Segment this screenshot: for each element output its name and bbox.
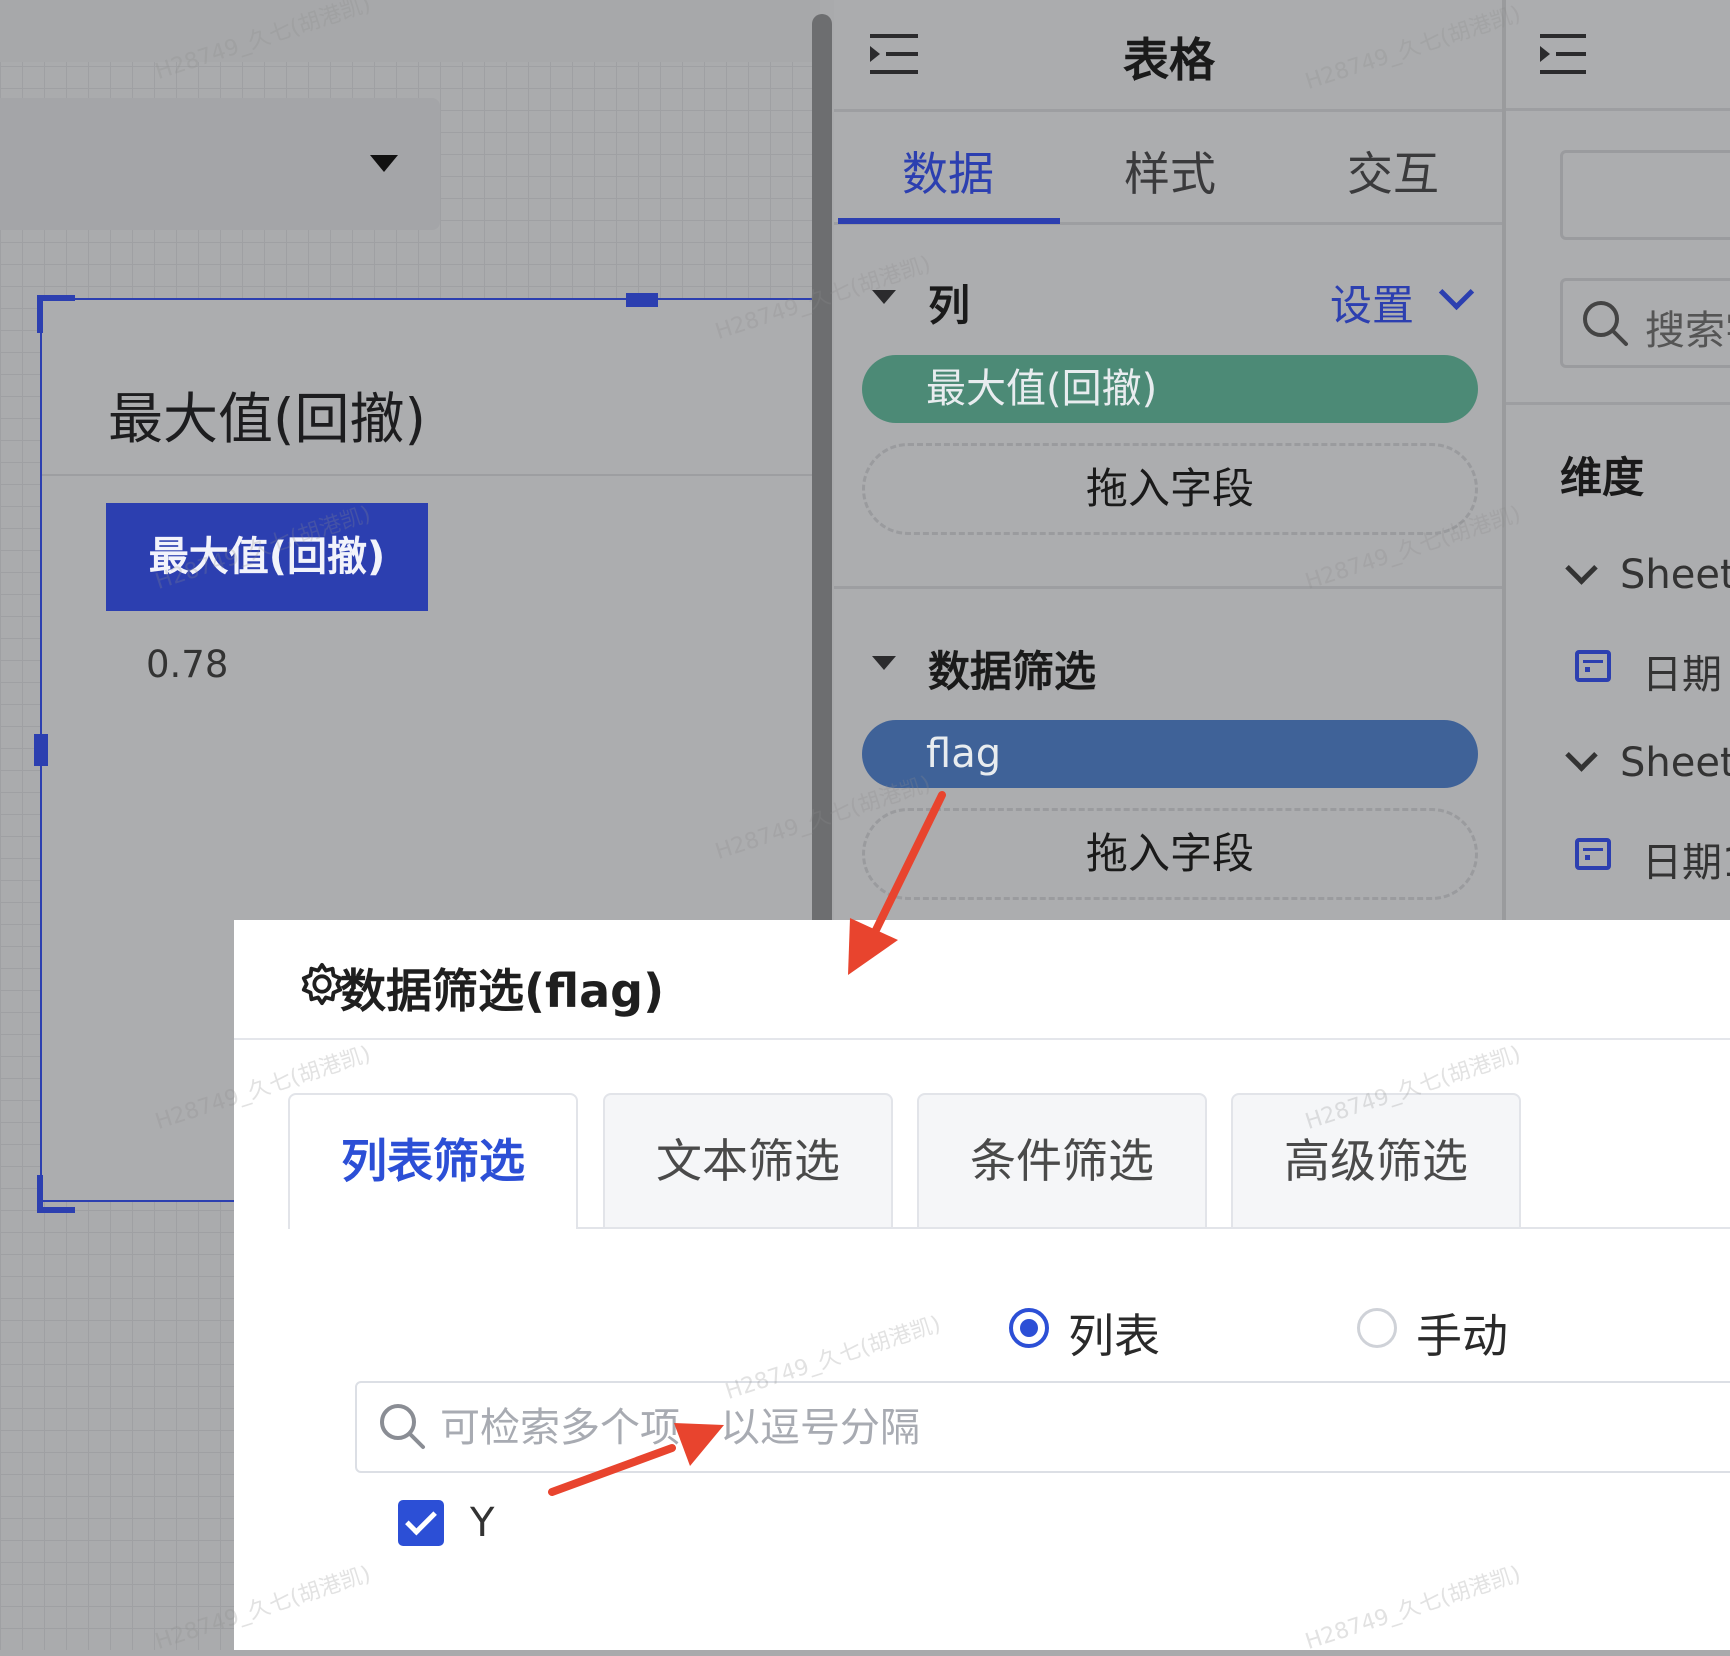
- field-panel-menu-icon[interactable]: [1540, 34, 1588, 74]
- search-icon: [380, 1404, 425, 1449]
- modal-title: 数据筛选(flag): [340, 964, 665, 1018]
- column-field-pill[interactable]: 最大值(回撤): [862, 355, 1478, 423]
- columns-settings-link[interactable]: 设置: [1330, 272, 1414, 333]
- selection-corner-top-left: [37, 295, 75, 333]
- field-item-date1[interactable]: 日期1: [1642, 830, 1730, 888]
- radio-manual-mode[interactable]: [1357, 1308, 1397, 1348]
- filter-modal: [234, 920, 1730, 1650]
- widget-divider: [42, 474, 820, 476]
- field-panel-header-border: [1506, 108, 1730, 111]
- sheet-group-label[interactable]: Sheet3: [1620, 740, 1730, 786]
- filter-dropzone[interactable]: 拖入字段: [862, 808, 1478, 900]
- dataset-select[interactable]: [1560, 150, 1730, 240]
- sheet-group-label[interactable]: Sheet3: [1620, 552, 1730, 598]
- tab-style[interactable]: 样式: [1060, 138, 1280, 204]
- radio-manual-label[interactable]: 手动: [1416, 1300, 1508, 1366]
- tab-text-filter[interactable]: 文本筛选: [603, 1093, 893, 1229]
- dimension-title: 维度: [1560, 453, 1645, 502]
- calendar-icon: [1575, 650, 1611, 682]
- tab-condition-filter[interactable]: 条件筛选: [917, 1093, 1207, 1229]
- gear-icon: [301, 962, 343, 1006]
- canvas-top-strip: [0, 0, 820, 62]
- field-item-date[interactable]: 日期: [1642, 642, 1722, 700]
- field-search-placeholder: 搜索字: [1645, 308, 1730, 354]
- field-search-border: [1506, 402, 1730, 405]
- filter-section-title: 数据筛选: [928, 647, 1097, 696]
- widget-title: 最大值(回撤): [108, 387, 426, 451]
- tab-data[interactable]: 数据: [838, 138, 1058, 204]
- selection-corner-bottom-left: [37, 1175, 75, 1213]
- radio-list-mode[interactable]: [1009, 1308, 1049, 1348]
- search-icon: [1583, 301, 1628, 346]
- resize-handle-top[interactable]: [626, 293, 658, 307]
- calendar-icon: [1575, 838, 1611, 870]
- value-checkbox[interactable]: [398, 1500, 444, 1546]
- section-divider: [834, 586, 1504, 589]
- tab-interaction[interactable]: 交互: [1283, 138, 1503, 204]
- tab-list-filter[interactable]: 列表筛选: [288, 1093, 578, 1229]
- canvas-scrollbar[interactable]: [812, 14, 832, 1014]
- value-search-input[interactable]: [438, 1392, 1442, 1464]
- columns-section-title: 列: [928, 281, 971, 330]
- filter-field-pill[interactable]: flag: [862, 720, 1478, 788]
- resize-handle-left[interactable]: [34, 734, 48, 766]
- collapse-caret-icon[interactable]: [872, 656, 896, 670]
- table-cell: 0.78: [146, 643, 229, 686]
- caret-down-icon[interactable]: [370, 155, 398, 172]
- active-tab-indicator: [838, 218, 1060, 224]
- active-tab-gap: [290, 1226, 576, 1230]
- columns-dropzone[interactable]: 拖入字段: [862, 443, 1478, 535]
- value-label[interactable]: Y: [470, 1500, 494, 1546]
- radio-list-label[interactable]: 列表: [1068, 1300, 1160, 1366]
